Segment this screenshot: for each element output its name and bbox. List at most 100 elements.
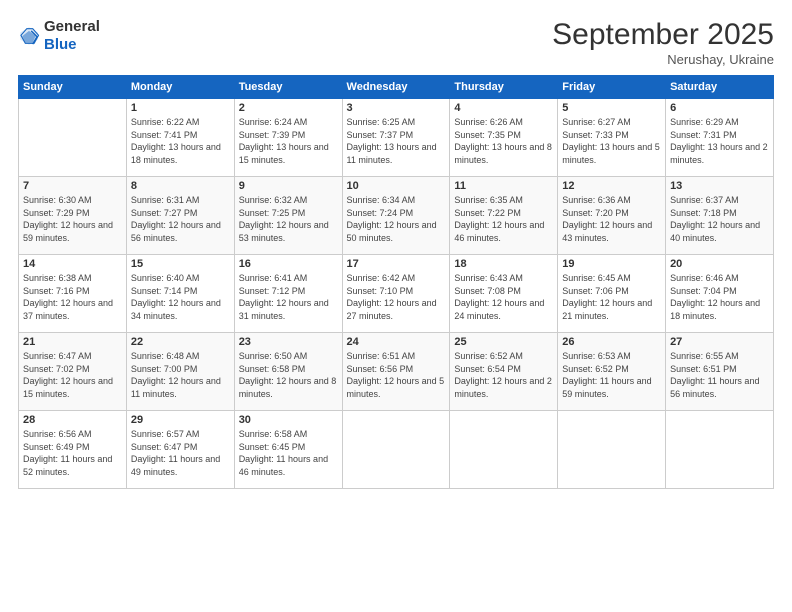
day-cell: [19, 99, 127, 177]
week-row-3: 14 Sunrise: 6:38 AMSunset: 7:16 PMDayligh…: [19, 255, 774, 333]
day-cell: 15 Sunrise: 6:40 AMSunset: 7:14 PMDayligh…: [126, 255, 234, 333]
day-info: Sunrise: 6:35 AMSunset: 7:22 PMDaylight:…: [454, 194, 553, 244]
calendar-table: SundayMondayTuesdayWednesdayThursdayFrid…: [18, 75, 774, 489]
day-cell: 21 Sunrise: 6:47 AMSunset: 7:02 PMDayligh…: [19, 333, 127, 411]
day-cell: 5 Sunrise: 6:27 AMSunset: 7:33 PMDaylight…: [558, 99, 666, 177]
day-info: Sunrise: 6:36 AMSunset: 7:20 PMDaylight:…: [562, 194, 661, 244]
day-cell: 29Sunrise: 6:57 AMSunset: 6:47 PMDayligh…: [126, 411, 234, 489]
day-number: 7: [23, 180, 122, 192]
day-number: 23: [239, 336, 338, 348]
day-info: Sunrise: 6:47 AMSunset: 7:02 PMDaylight:…: [23, 350, 122, 400]
day-info: Sunrise: 6:46 AMSunset: 7:04 PMDaylight:…: [670, 272, 769, 322]
logo-icon: [18, 25, 40, 47]
day-number: 20: [670, 258, 769, 270]
day-number: 14: [23, 258, 122, 270]
day-number: 30: [239, 414, 338, 426]
day-number: 27: [670, 336, 769, 348]
day-number: 15: [131, 258, 230, 270]
day-cell: 27 Sunrise: 6:55 AMSunset: 6:51 PMDayligh…: [666, 333, 774, 411]
logo: General Blue: [18, 18, 100, 54]
header-saturday: Saturday: [666, 76, 774, 99]
day-info: Sunrise: 6:45 AMSunset: 7:06 PMDaylight:…: [562, 272, 661, 322]
day-cell: 24Sunrise: 6:51 AMSunset: 6:56 PMDayligh…: [342, 333, 450, 411]
day-cell: [558, 411, 666, 489]
day-number: 12: [562, 180, 661, 192]
day-number: 25: [454, 336, 553, 348]
day-cell: 18 Sunrise: 6:43 AMSunset: 7:08 PMDayligh…: [450, 255, 558, 333]
day-number: 6: [670, 102, 769, 114]
day-number: 10: [347, 180, 446, 192]
week-row-1: 1 Sunrise: 6:22 AMSunset: 7:41 PMDaylight…: [19, 99, 774, 177]
day-cell: 13Sunrise: 6:37 AMSunset: 7:18 PMDayligh…: [666, 177, 774, 255]
day-number: 21: [23, 336, 122, 348]
week-row-5: 28 Sunrise: 6:56 AMSunset: 6:49 PMDayligh…: [19, 411, 774, 489]
day-info: Sunrise: 6:58 AMSunset: 6:45 PMDaylight:…: [239, 428, 338, 478]
day-number: 3: [347, 102, 446, 114]
day-cell: 2 Sunrise: 6:24 AMSunset: 7:39 PMDaylight…: [234, 99, 342, 177]
day-info: Sunrise: 6:34 AMSunset: 7:24 PMDaylight:…: [347, 194, 446, 244]
header-thursday: Thursday: [450, 76, 558, 99]
day-info: Sunrise: 6:30 AMSunset: 7:29 PMDaylight:…: [23, 194, 122, 244]
day-info: Sunrise: 6:53 AMSunset: 6:52 PMDaylight:…: [562, 350, 661, 400]
day-info: Sunrise: 6:38 AMSunset: 7:16 PMDaylight:…: [23, 272, 122, 322]
header: General Blue September 2025 Nerushay, Uk…: [18, 18, 774, 67]
day-number: 5: [562, 102, 661, 114]
day-number: 24: [347, 336, 446, 348]
day-cell: 3 Sunrise: 6:25 AMSunset: 7:37 PMDaylight…: [342, 99, 450, 177]
day-cell: 6 Sunrise: 6:29 AMSunset: 7:31 PMDaylight…: [666, 99, 774, 177]
title-block: September 2025 Nerushay, Ukraine: [552, 18, 774, 67]
header-tuesday: Tuesday: [234, 76, 342, 99]
day-number: 1: [131, 102, 230, 114]
day-number: 4: [454, 102, 553, 114]
logo-blue: Blue: [44, 36, 77, 53]
day-info: Sunrise: 6:55 AMSunset: 6:51 PMDaylight:…: [670, 350, 769, 400]
day-info: Sunrise: 6:27 AMSunset: 7:33 PMDaylight:…: [562, 116, 661, 166]
day-cell: 12 Sunrise: 6:36 AMSunset: 7:20 PMDayligh…: [558, 177, 666, 255]
day-cell: 14 Sunrise: 6:38 AMSunset: 7:16 PMDayligh…: [19, 255, 127, 333]
month-title: September 2025: [552, 18, 774, 52]
day-cell: 10 Sunrise: 6:34 AMSunset: 7:24 PMDayligh…: [342, 177, 450, 255]
day-cell: 4 Sunrise: 6:26 AMSunset: 7:35 PMDaylight…: [450, 99, 558, 177]
day-info: Sunrise: 6:22 AMSunset: 7:41 PMDaylight:…: [131, 116, 230, 166]
day-number: 18: [454, 258, 553, 270]
day-number: 28: [23, 414, 122, 426]
day-number: 16: [239, 258, 338, 270]
page: General Blue September 2025 Nerushay, Uk…: [0, 0, 792, 612]
day-info: Sunrise: 6:52 AMSunset: 6:54 PMDaylight:…: [454, 350, 553, 400]
day-info: Sunrise: 6:48 AMSunset: 7:00 PMDaylight:…: [131, 350, 230, 400]
calendar-header-row: SundayMondayTuesdayWednesdayThursdayFrid…: [19, 76, 774, 99]
day-info: Sunrise: 6:31 AMSunset: 7:27 PMDaylight:…: [131, 194, 230, 244]
header-friday: Friday: [558, 76, 666, 99]
day-cell: 11Sunrise: 6:35 AMSunset: 7:22 PMDayligh…: [450, 177, 558, 255]
day-cell: 19Sunrise: 6:45 AMSunset: 7:06 PMDayligh…: [558, 255, 666, 333]
day-info: Sunrise: 6:29 AMSunset: 7:31 PMDaylight:…: [670, 116, 769, 166]
day-number: 2: [239, 102, 338, 114]
day-cell: [666, 411, 774, 489]
day-info: Sunrise: 6:50 AMSunset: 6:58 PMDaylight:…: [239, 350, 338, 400]
day-cell: 30 Sunrise: 6:58 AMSunset: 6:45 PMDayligh…: [234, 411, 342, 489]
day-number: 8: [131, 180, 230, 192]
day-cell: 26 Sunrise: 6:53 AMSunset: 6:52 PMDayligh…: [558, 333, 666, 411]
logo-general: General: [44, 18, 100, 35]
day-cell: [342, 411, 450, 489]
logo-text: General Blue: [44, 18, 100, 54]
day-cell: 17Sunrise: 6:42 AMSunset: 7:10 PMDayligh…: [342, 255, 450, 333]
day-info: Sunrise: 6:40 AMSunset: 7:14 PMDaylight:…: [131, 272, 230, 322]
day-info: Sunrise: 6:25 AMSunset: 7:37 PMDaylight:…: [347, 116, 446, 166]
location-subtitle: Nerushay, Ukraine: [552, 52, 774, 67]
day-cell: 8 Sunrise: 6:31 AMSunset: 7:27 PMDaylight…: [126, 177, 234, 255]
day-info: Sunrise: 6:41 AMSunset: 7:12 PMDaylight:…: [239, 272, 338, 322]
week-row-2: 7 Sunrise: 6:30 AMSunset: 7:29 PMDaylight…: [19, 177, 774, 255]
day-number: 26: [562, 336, 661, 348]
day-info: Sunrise: 6:43 AMSunset: 7:08 PMDaylight:…: [454, 272, 553, 322]
day-number: 17: [347, 258, 446, 270]
day-info: Sunrise: 6:24 AMSunset: 7:39 PMDaylight:…: [239, 116, 338, 166]
day-cell: 1 Sunrise: 6:22 AMSunset: 7:41 PMDaylight…: [126, 99, 234, 177]
day-cell: 28 Sunrise: 6:56 AMSunset: 6:49 PMDayligh…: [19, 411, 127, 489]
day-number: 13: [670, 180, 769, 192]
header-monday: Monday: [126, 76, 234, 99]
day-info: Sunrise: 6:56 AMSunset: 6:49 PMDaylight:…: [23, 428, 122, 478]
day-cell: 16 Sunrise: 6:41 AMSunset: 7:12 PMDayligh…: [234, 255, 342, 333]
day-info: Sunrise: 6:26 AMSunset: 7:35 PMDaylight:…: [454, 116, 553, 166]
day-cell: 20 Sunrise: 6:46 AMSunset: 7:04 PMDayligh…: [666, 255, 774, 333]
